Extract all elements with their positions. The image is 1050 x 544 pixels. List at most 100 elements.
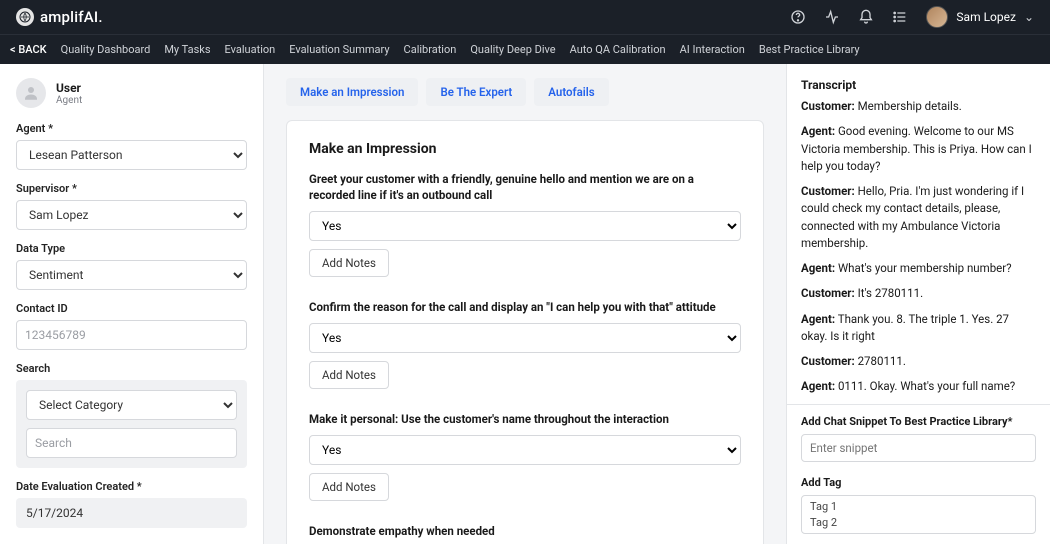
datatype-select[interactable]: Sentiment	[16, 260, 247, 290]
left-panel: User Agent Agent * Lesean Patterson Supe…	[0, 64, 264, 544]
nav-ai-interaction[interactable]: AI Interaction	[680, 43, 745, 56]
date-label: Date Evaluation Created *	[16, 480, 247, 493]
contactid-label: Contact ID	[16, 302, 247, 315]
nav-evaluation-summary[interactable]: Evaluation Summary	[289, 43, 389, 56]
navbar: < BACK Quality Dashboard My Tasks Evalua…	[0, 34, 1050, 64]
nav-quality-deep-dive[interactable]: Quality Deep Dive	[470, 43, 555, 56]
transcript-line[interactable]: Customer: It's 2780111.	[801, 285, 1036, 302]
brand-block: amplifAI.	[16, 8, 103, 26]
main-shell: User Agent Agent * Lesean Patterson Supe…	[0, 64, 1050, 544]
transcript-text: 0111. Okay. What's your full name?	[835, 379, 1015, 393]
transcript-title: Transcript	[787, 64, 1050, 98]
transcript-line[interactable]: Customer: Hello, Pria. I'm just wonderin…	[801, 183, 1036, 252]
tag-label: Add Tag	[801, 476, 1036, 489]
supervisor-field: Supervisor * Sam Lopez	[16, 182, 247, 230]
topbar-actions: Sam Lopez ⌄	[790, 6, 1034, 28]
tag-option-1[interactable]: Tag 1	[810, 499, 1027, 514]
question-2-answer[interactable]: Yes	[309, 323, 741, 353]
question-3-add-notes[interactable]: Add Notes	[309, 473, 389, 501]
nav-evaluation[interactable]: Evaluation	[225, 43, 276, 56]
question-4-text: Demonstrate empathy when needed	[309, 523, 741, 539]
nav-calibration[interactable]: Calibration	[404, 43, 457, 56]
transcript-text: Good evening. Welcome to our MS Victoria…	[801, 124, 1032, 173]
question-2-add-notes[interactable]: Add Notes	[309, 361, 389, 389]
mid-panel: Make an Impression Be The Expert Autofai…	[264, 64, 786, 544]
snippet-label: Add Chat Snippet To Best Practice Librar…	[801, 415, 1036, 428]
transcript-speaker: Agent:	[801, 261, 835, 275]
supervisor-label: Supervisor *	[16, 182, 247, 195]
datatype-field: Data Type Sentiment	[16, 242, 247, 290]
nav-best-practice-library[interactable]: Best Practice Library	[759, 43, 860, 56]
snippet-section: Add Chat Snippet To Best Practice Librar…	[787, 404, 1050, 472]
transcript-text: It's 2780111.	[855, 286, 923, 300]
topbar: amplifAI. Sam Lopez ⌄	[0, 0, 1050, 34]
tab-autofails[interactable]: Autofails	[534, 78, 608, 106]
question-3: Make it personal: Use the customer's nam…	[309, 411, 741, 501]
question-2: Confirm the reason for the call and disp…	[309, 299, 741, 389]
transcript-speaker: Customer:	[801, 184, 855, 198]
transcript-line[interactable]: Agent: What's your membership number?	[801, 260, 1036, 277]
tag-list[interactable]: Tag 1 Tag 2	[801, 495, 1036, 534]
agent-label: Agent *	[16, 122, 247, 135]
transcript-speaker: Agent:	[801, 312, 835, 326]
list-icon[interactable]	[892, 9, 908, 25]
agent-select[interactable]: Lesean Patterson	[16, 140, 247, 170]
right-panel: Transcript Customer: Membership details.…	[786, 64, 1050, 544]
question-2-text: Confirm the reason for the call and disp…	[309, 299, 741, 315]
transcript-speaker: Customer:	[801, 286, 855, 300]
eval-card: Make an Impression Greet your customer w…	[286, 120, 764, 544]
chevron-down-icon: ⌄	[1024, 10, 1034, 24]
tab-make-an-impression[interactable]: Make an Impression	[286, 78, 418, 106]
eval-tabs: Make an Impression Be The Expert Autofai…	[286, 78, 764, 106]
date-display[interactable]: 5/17/2024	[16, 498, 247, 528]
search-category-select[interactable]: Select Category	[26, 390, 237, 420]
activity-icon[interactable]	[824, 9, 840, 25]
nav-auto-qa-calibration[interactable]: Auto QA Calibration	[570, 43, 666, 56]
question-1: Greet your customer with a friendly, gen…	[309, 171, 741, 277]
card-title: Make an Impression	[309, 141, 741, 157]
question-1-text: Greet your customer with a friendly, gen…	[309, 171, 741, 203]
question-3-answer[interactable]: Yes	[309, 435, 741, 465]
transcript-line[interactable]: Agent: Thank you. 8. The triple 1. Yes. …	[801, 311, 1036, 346]
bell-icon[interactable]	[858, 9, 874, 25]
user-role-label: Agent	[56, 95, 82, 106]
question-1-answer[interactable]: Yes	[309, 211, 741, 241]
transcript-body[interactable]: Customer: Membership details. Agent: Good…	[787, 98, 1050, 404]
tab-be-the-expert[interactable]: Be The Expert	[426, 78, 526, 106]
nav-quality-dashboard[interactable]: Quality Dashboard	[61, 43, 151, 56]
tag-option-2[interactable]: Tag 2	[810, 515, 1027, 530]
avatar	[926, 6, 948, 28]
snippet-input[interactable]	[801, 434, 1036, 462]
question-1-add-notes[interactable]: Add Notes	[309, 249, 389, 277]
user-avatar-placeholder	[16, 78, 46, 108]
brand-text: amplifAI.	[40, 8, 103, 26]
agent-field: Agent * Lesean Patterson	[16, 122, 247, 170]
nav-my-tasks[interactable]: My Tasks	[164, 43, 210, 56]
transcript-line[interactable]: Agent: Good evening. Welcome to our MS V…	[801, 123, 1036, 175]
user-name: Sam Lopez	[956, 10, 1016, 24]
transcript-line[interactable]: Customer: Membership details.	[801, 98, 1036, 115]
transcript-speaker: Customer:	[801, 99, 855, 113]
user-menu[interactable]: Sam Lopez ⌄	[926, 6, 1034, 28]
contactid-input[interactable]	[16, 320, 247, 350]
tag-section: Add Tag Tag 1 Tag 2	[787, 472, 1050, 544]
transcript-line[interactable]: Customer: 2780111.	[801, 353, 1036, 370]
transcript-text: What's your membership number?	[835, 261, 1012, 275]
transcript-speaker: Agent:	[801, 379, 835, 393]
transcript-speaker: Customer:	[801, 354, 855, 368]
supervisor-select[interactable]: Sam Lopez	[16, 200, 247, 230]
question-4: Demonstrate empathy when needed	[309, 523, 741, 539]
help-icon[interactable]	[790, 9, 806, 25]
user-name-label: User	[56, 81, 82, 95]
contactid-field: Contact ID	[16, 302, 247, 350]
search-box: Select Category	[16, 380, 247, 468]
nav-back[interactable]: < BACK	[10, 43, 47, 56]
brand-logo-icon	[16, 8, 34, 26]
date-field: Date Evaluation Created * 5/17/2024	[16, 480, 247, 528]
search-label: Search	[16, 362, 247, 375]
question-3-text: Make it personal: Use the customer's nam…	[309, 411, 741, 427]
transcript-line[interactable]: Agent: 0111. Okay. What's your full name…	[801, 378, 1036, 395]
search-input[interactable]	[26, 428, 237, 458]
user-block: User Agent	[16, 78, 247, 108]
transcript-text: Membership details.	[855, 99, 962, 113]
